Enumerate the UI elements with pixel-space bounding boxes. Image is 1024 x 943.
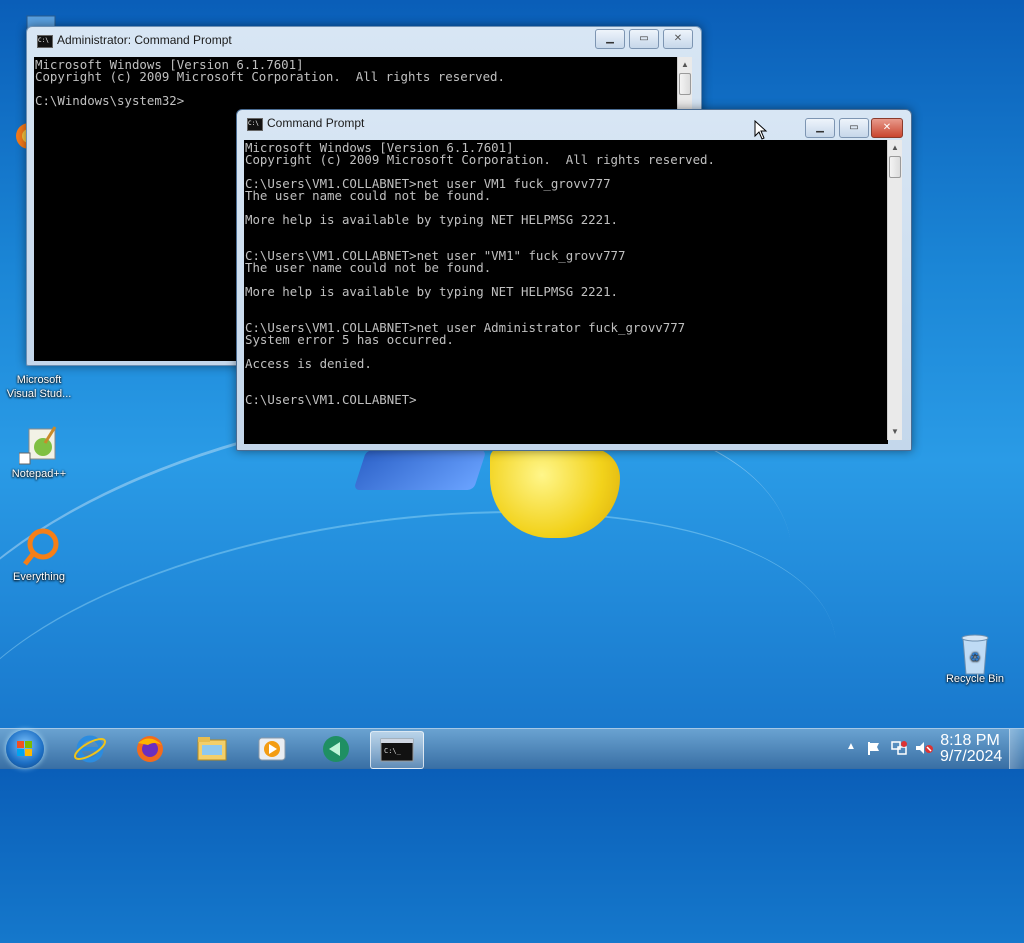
close-button[interactable]: ✕ [663, 29, 693, 49]
svg-text:C:\_: C:\_ [384, 747, 402, 755]
show-desktop-button[interactable] [1009, 729, 1024, 769]
media-player-icon [258, 737, 286, 761]
command-prompt-icon: C:\ [37, 35, 53, 48]
notepad-plus-plus-icon [18, 425, 59, 465]
desktop-icon-everything[interactable]: Everything [2, 528, 76, 583]
taskbar-media-player[interactable] [246, 731, 298, 767]
maximize-button[interactable]: ▭ [629, 29, 659, 49]
command-prompt-window[interactable]: C:\ Command Prompt ▁ ▭ ✕ Microsoft Windo… [236, 109, 912, 451]
scroll-up-arrow-icon[interactable]: ▲ [678, 57, 692, 73]
desktop-icon-notepad-plus-plus[interactable]: Notepad++ [2, 425, 76, 480]
taskbar: C:\_ ▲ 8:18 PM 9/7/2024 [0, 728, 1024, 769]
folder-icon [197, 737, 227, 761]
taskbar-command-prompt[interactable]: C:\_ [370, 731, 424, 769]
cmd-window-title: Command Prompt [267, 116, 365, 130]
everything-search-icon [19, 528, 59, 568]
mouse-cursor-icon [754, 120, 768, 140]
scroll-up-arrow-icon[interactable]: ▲ [888, 140, 902, 156]
maximize-button[interactable]: ▭ [839, 118, 869, 138]
internet-explorer-icon [73, 735, 107, 763]
clock-time: 8:18 PM [940, 732, 1000, 749]
minimize-button[interactable]: ▁ [805, 118, 835, 138]
cmd-console-scrollbar[interactable]: ▲ ▼ [887, 140, 902, 440]
scrollbar-thumb[interactable] [889, 156, 901, 178]
taskbar-firefox[interactable] [124, 731, 176, 767]
scrollbar-thumb[interactable] [679, 73, 691, 95]
wallpaper-logo-blue [353, 450, 487, 490]
windows-logo-icon [17, 741, 33, 757]
network-icon[interactable] [890, 740, 908, 756]
action-center-flag-icon[interactable] [866, 740, 882, 756]
start-button[interactable] [6, 730, 44, 768]
cmd-window-titlebar[interactable]: C:\ Command Prompt ▁ ▭ ✕ [237, 110, 911, 138]
admin-window-title: Administrator: Command Prompt [57, 33, 232, 47]
taskbar-internet-explorer[interactable] [64, 731, 116, 767]
clock-date: 9/7/2024 [940, 748, 1003, 765]
minimize-button[interactable]: ▁ [595, 29, 625, 49]
desktop-icon-label: Everything [13, 571, 65, 583]
recycle-bin-icon: ♻ [955, 630, 995, 675]
taskbar-clock[interactable]: 8:18 PM 9/7/2024 [940, 732, 1003, 765]
command-prompt-icon: C:\_ [380, 738, 414, 762]
command-prompt-icon: C:\ [247, 118, 263, 131]
taskbar-green-app[interactable] [310, 731, 362, 767]
desktop-icon-recycle-bin[interactable]: ♻ Recycle Bin [938, 630, 1012, 685]
desktop-icon-label: Microsoft Visual Stud... [6, 374, 72, 400]
svg-text:♻: ♻ [970, 650, 981, 664]
cmd-console-output[interactable]: Microsoft Windows [Version 6.1.7601] Cop… [244, 140, 888, 444]
admin-window-titlebar[interactable]: C:\ Administrator: Command Prompt ▁ ▭ ✕ [27, 27, 701, 55]
desktop-icon-label: Notepad++ [11, 468, 67, 480]
firefox-icon [137, 736, 163, 762]
taskbar-file-explorer[interactable] [186, 731, 238, 767]
show-hidden-icons-button[interactable]: ▲ [846, 741, 856, 752]
volume-muted-icon[interactable] [914, 740, 934, 756]
close-button[interactable]: ✕ [871, 118, 903, 138]
scroll-down-arrow-icon[interactable]: ▼ [888, 424, 902, 440]
green-app-icon [323, 736, 349, 762]
